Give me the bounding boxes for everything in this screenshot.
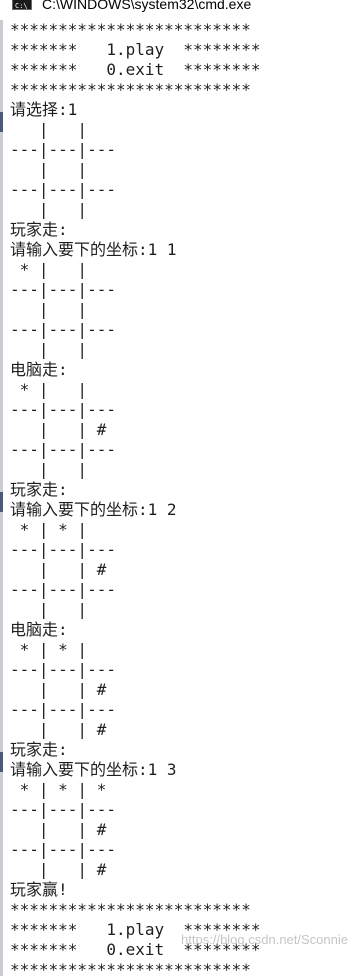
console-line: 请选择:1: [10, 100, 78, 119]
console-line: 请输入要下的坐标:1 3: [10, 760, 177, 779]
console-line: 请输入要下的坐标:1 2: [10, 500, 177, 519]
console-line: 玩家走:: [10, 220, 68, 239]
console-window: C:\ C:\WINDOWS\system32\cmd.exe ********…: [0, 0, 356, 976]
console-line: *************************: [10, 80, 251, 99]
console-line: ---|---|---: [10, 180, 116, 199]
console-line: ---|---|---: [10, 840, 116, 859]
console-line: | |: [10, 200, 88, 219]
console-line: 请输入要下的坐标:1 1: [10, 240, 177, 259]
console-line: 电脑走:: [10, 360, 68, 379]
console-line: ******* 1.play ********: [10, 40, 261, 59]
console-line: ---|---|---: [10, 580, 116, 599]
console-line: 电脑走:: [10, 620, 68, 639]
console-line: | |: [10, 600, 88, 619]
console-line: | |: [10, 120, 88, 139]
console-line: ---|---|---: [10, 140, 116, 159]
console-line: | |: [10, 160, 88, 179]
window-title: C:\WINDOWS\system32\cmd.exe: [42, 0, 252, 12]
watermark: https://blog.csdn.net/Sconnie: [181, 932, 348, 947]
console-line: 玩家走:: [10, 480, 68, 499]
console-line: *************************: [10, 20, 251, 39]
console-output[interactable]: ************************* ******* 1.play…: [0, 20, 356, 976]
console-line: | |: [10, 460, 88, 479]
console-line: | |: [10, 300, 88, 319]
edge-highlight: [0, 112, 3, 132]
left-window-edge: [0, 20, 3, 976]
console-line: * | * |: [10, 520, 88, 539]
console-line: | | #: [10, 820, 107, 839]
console-line: | | #: [10, 720, 107, 739]
console-line: ---|---|---: [10, 660, 116, 679]
console-line: | | #: [10, 860, 107, 879]
console-line: ---|---|---: [10, 700, 116, 719]
console-line: ---|---|---: [10, 540, 116, 559]
console-line: 玩家走:: [10, 740, 68, 759]
console-line: 玩家赢!: [10, 880, 68, 899]
title-bar[interactable]: C:\ C:\WINDOWS\system32\cmd.exe: [0, 0, 356, 14]
edge-highlight: [0, 752, 3, 772]
console-line: * | * | *: [10, 780, 107, 799]
console-line: * | |: [10, 260, 88, 279]
console-line: | | #: [10, 680, 107, 699]
console-line: *************************: [10, 960, 251, 976]
console-line: *************************: [10, 900, 251, 919]
console-line: * | * |: [10, 640, 88, 659]
console-line: ---|---|---: [10, 400, 116, 419]
console-line: | | #: [10, 420, 107, 439]
console-line: | |: [10, 340, 88, 359]
console-line: ---|---|---: [10, 320, 116, 339]
cmd-console-icon: C:\: [12, 0, 32, 10]
console-line: ---|---|---: [10, 800, 116, 819]
edge-highlight: [0, 492, 3, 512]
console-line: ---|---|---: [10, 440, 116, 459]
console-line: * | |: [10, 380, 88, 399]
console-lines: ************************* ******* 1.play…: [10, 20, 260, 976]
console-line: ---|---|---: [10, 280, 116, 299]
console-line: | | #: [10, 560, 107, 579]
console-line: ******* 0.exit ********: [10, 60, 261, 79]
